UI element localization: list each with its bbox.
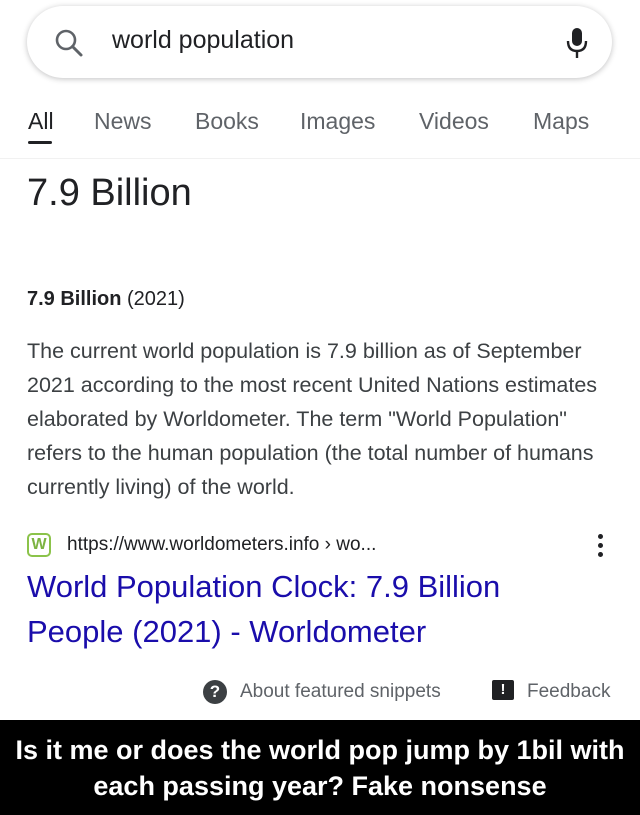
search-tabs: All News Books Images Videos Maps [0, 96, 640, 159]
source-url[interactable]: https://www.worldometers.info › wo... [67, 534, 376, 556]
search-bar[interactable]: world population [27, 6, 612, 78]
help-icon[interactable]: ? [203, 680, 227, 704]
source-row: W https://www.worldometers.info › wo... [27, 532, 617, 560]
feedback-icon[interactable]: ! [492, 680, 514, 700]
search-input[interactable]: world population [112, 26, 294, 55]
result-title-link[interactable]: World Population Clock: 7.9 Billion Peop… [27, 564, 587, 654]
more-options-icon[interactable] [595, 532, 605, 562]
tab-videos[interactable]: Videos [419, 108, 489, 135]
snippet-heading-year: (2021) [121, 288, 185, 310]
snippet-body: The current world population is 7.9 bill… [27, 339, 598, 499]
tab-all[interactable]: All [28, 108, 54, 135]
tab-images[interactable]: Images [300, 108, 375, 135]
worldometer-favicon: W [27, 533, 51, 557]
about-featured-snippets-link[interactable]: About featured snippets [240, 681, 441, 703]
answer-headline: 7.9 Billion [27, 172, 192, 214]
search-icon[interactable] [54, 28, 84, 58]
tab-news[interactable]: News [94, 108, 152, 135]
active-tab-indicator [28, 141, 52, 144]
snippet-heading: 7.9 Billion (2021) [27, 288, 185, 311]
mic-icon[interactable] [565, 26, 589, 60]
snippet-footer: ? About featured snippets ! Feedback [0, 676, 640, 708]
snippet-heading-bold: 7.9 Billion [27, 288, 122, 310]
tab-books[interactable]: Books [195, 108, 259, 135]
tab-maps[interactable]: Maps [533, 108, 589, 135]
feedback-link[interactable]: Feedback [527, 681, 610, 703]
meme-caption-text: Is it me or does the world pop jump by 1… [15, 735, 625, 801]
meme-caption: Is it me or does the world pop jump by 1… [0, 720, 640, 815]
